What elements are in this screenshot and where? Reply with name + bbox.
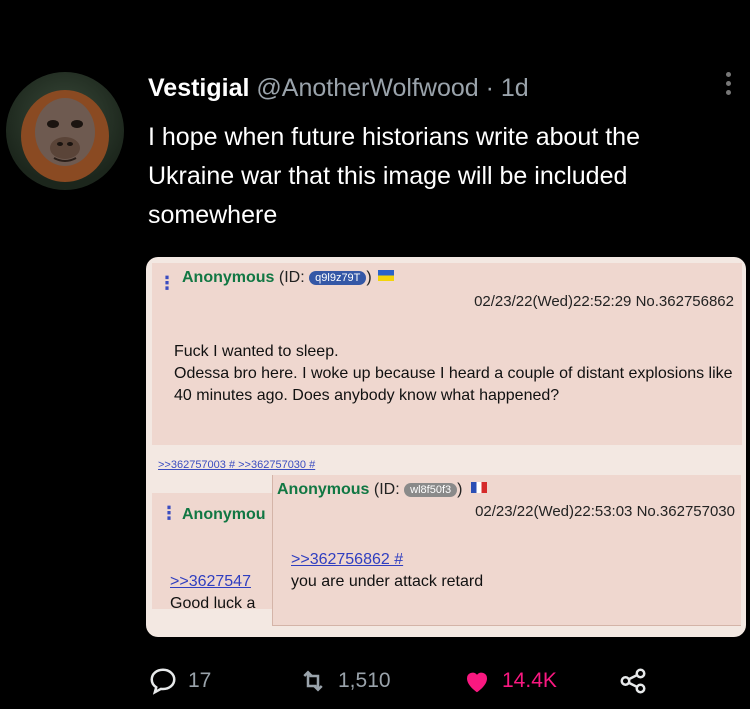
tweet-actions: 17 1,510 14.4K [0, 666, 750, 702]
like-count: 14.4K [502, 669, 557, 692]
forum-post-original: ⋮ Anonymous (ID: q9l9z79T) 02/23/22(Wed)… [152, 263, 742, 445]
post-quote-link: >>3627547 [170, 573, 251, 590]
post-body: Good luck a [170, 595, 256, 612]
display-name[interactable]: Vestigial [148, 74, 249, 102]
post-body-text: Fuck I wanted to sleep. Odessa bro here.… [174, 343, 733, 404]
post-date: 02/23/22(Wed)22:53:03 No.362757030 [475, 503, 735, 520]
retweet-count: 1,510 [338, 669, 391, 692]
tweet-text: I hope when future historians write abou… [148, 123, 640, 229]
orangutan-avatar-icon [21, 90, 109, 182]
post-header: Anonymous (ID: q9l9z79T) [182, 269, 395, 287]
post-backlinks: >>362757003 # >>362757030 # [158, 459, 316, 471]
share-icon [620, 668, 646, 694]
id-label-close: ) [366, 269, 372, 286]
user-handle[interactable]: @AnotherWolfwood [256, 74, 478, 102]
post-body: Fuck I wanted to sleep. Odessa bro here.… [174, 341, 734, 407]
reply-button[interactable]: 17 [148, 666, 211, 696]
forum-post-reply: Anonymous (ID: wl8f50f3) 02/23/22(Wed)22… [272, 475, 741, 626]
poster-id: wl8f50f3 [404, 483, 458, 497]
avatar[interactable] [6, 72, 124, 190]
post-menu-icon: ⋮ [158, 273, 176, 293]
retweet-icon [303, 670, 323, 692]
ukraine-flag-icon [378, 270, 395, 281]
poster-id: q9l9z79T [309, 271, 367, 285]
retweet-button[interactable]: 1,510 [298, 666, 391, 696]
id-label-close: ) [457, 481, 463, 498]
post-header: Anonymous (ID: wl8f50f3) [277, 481, 487, 499]
heart-icon [466, 672, 488, 693]
post-menu-icon: ⋮ [160, 503, 178, 523]
embedded-image[interactable]: ⋮ Anonymous (ID: q9l9z79T) 02/23/22(Wed)… [146, 257, 746, 637]
france-flag-icon [470, 482, 487, 493]
id-label-open: (ID: [278, 269, 305, 286]
poster-name: Anonymous [277, 481, 370, 498]
poster-name: Anonymous [182, 269, 275, 286]
post-body: you are under attack retard [291, 573, 484, 590]
post-date: 02/23/22(Wed)22:52:29 No.362756862 [474, 293, 734, 310]
timestamp[interactable]: 1d [501, 74, 529, 102]
tweet-header: Vestigial @AnotherWolfwood · 1d [148, 74, 529, 103]
reply-count: 17 [188, 669, 212, 692]
poster-name: Anonymou [182, 506, 266, 523]
post-quote-link: >>362756862 # [291, 551, 404, 568]
like-button[interactable]: 14.4K [462, 666, 557, 696]
more-options-icon[interactable] [718, 68, 738, 114]
id-label-open: (ID: [373, 481, 400, 498]
separator-dot: · [485, 74, 494, 102]
reply-icon [150, 668, 176, 695]
post-header: ⋮ Anonymou [160, 503, 266, 524]
share-button[interactable] [618, 666, 648, 696]
forum-post-partial: ⋮ Anonymou >>3627547 Good luck a [152, 493, 272, 612]
